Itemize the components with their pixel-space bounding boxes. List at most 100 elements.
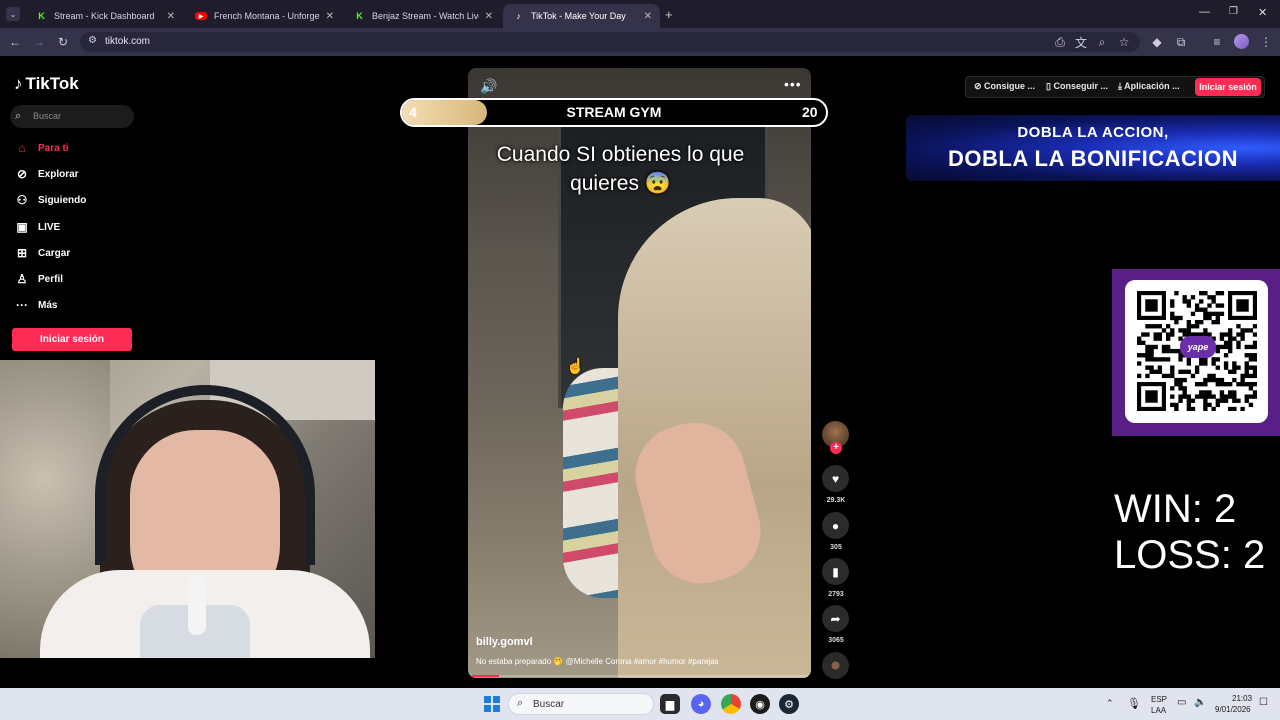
qr-module xyxy=(1153,357,1158,362)
music-disc[interactable] xyxy=(822,652,849,679)
qr-module xyxy=(1207,402,1212,408)
qr-module xyxy=(1153,324,1158,329)
get-app-button[interactable]: ▯ Conseguir ... xyxy=(1046,81,1108,92)
sidebar-item-siguiendo[interactable]: ⚇ Siguiendo xyxy=(14,191,87,209)
menu-kebab-icon[interactable]: ⋮ xyxy=(1258,34,1274,50)
profile-avatar[interactable] xyxy=(1234,34,1249,49)
login-button[interactable]: Iniciar sesión xyxy=(12,328,132,351)
sidebar-item-mas[interactable]: ··· Más xyxy=(14,296,57,314)
volume-tray-icon[interactable]: 🔈 xyxy=(1194,697,1206,708)
comment-button[interactable]: ● xyxy=(822,512,849,539)
close-icon[interactable]: ✕ xyxy=(644,11,652,22)
tab-tiktok[interactable]: ♪ TikTok - Make Your Day ✕ xyxy=(503,4,660,28)
qr-module xyxy=(1219,332,1225,337)
extension-icon[interactable]: ◆ xyxy=(1149,34,1165,50)
media-icon[interactable]: ≡ xyxy=(1209,34,1225,50)
lang-line2[interactable]: LAA xyxy=(1151,706,1166,715)
qr-module xyxy=(1207,377,1212,383)
qr-module xyxy=(1203,382,1208,387)
address-bar[interactable] xyxy=(80,32,1140,52)
like-button[interactable]: ♥ xyxy=(822,465,849,492)
clock-date[interactable]: 9/01/2026 xyxy=(1215,705,1251,714)
close-icon[interactable]: ✕ xyxy=(485,11,493,22)
qr-module xyxy=(1219,303,1225,308)
file-explorer-icon[interactable]: ▆ xyxy=(660,694,680,714)
volume-icon[interactable]: 🔊 xyxy=(480,78,497,95)
qr-module xyxy=(1215,402,1220,408)
forward-icon[interactable]: → xyxy=(31,34,47,50)
new-tab-button[interactable]: + xyxy=(665,7,673,22)
sidebar-item-para-ti[interactable]: ⌂ Para ti xyxy=(14,139,68,157)
qr-module xyxy=(1174,291,1179,296)
qr-module xyxy=(1215,344,1220,350)
site-info-icon[interactable]: ⚙ xyxy=(88,35,97,46)
save-button[interactable]: ▮ xyxy=(822,558,849,585)
qr-module xyxy=(1137,340,1142,345)
qr-module xyxy=(1203,311,1208,317)
header-btn-label: Aplicación ... xyxy=(1124,81,1180,91)
window-close-icon[interactable]: ✕ xyxy=(1258,6,1267,19)
network-icon[interactable]: ▭ xyxy=(1177,697,1186,708)
steam-icon[interactable]: ⚙ xyxy=(779,694,799,714)
qr-module xyxy=(1232,394,1237,399)
back-icon[interactable]: ← xyxy=(7,34,23,50)
search-input[interactable] xyxy=(10,105,134,128)
video-more-icon[interactable]: ••• xyxy=(784,76,802,92)
tab-kick-dashboard[interactable]: K Stream - Kick Dashboard ✕ xyxy=(26,4,183,28)
close-icon[interactable]: ✕ xyxy=(167,11,175,22)
sidebar-item-explorar[interactable]: ⊘ Explorar xyxy=(14,165,79,183)
microphone-icon[interactable]: 🎙 xyxy=(1127,697,1141,710)
discord-icon[interactable]: ◕ xyxy=(691,694,711,714)
tab-youtube[interactable]: ▶ French Montana - Unforgettabl ✕ xyxy=(185,4,342,28)
qr-module xyxy=(1240,373,1245,379)
qr-module xyxy=(1182,328,1187,333)
video-progress-bar[interactable] xyxy=(472,675,808,677)
sidebar-item-cargar[interactable]: ⊞ Cargar xyxy=(14,244,70,262)
header-login-button[interactable]: Iniciar sesión xyxy=(1195,78,1261,96)
qr-module xyxy=(1186,398,1191,403)
lang-line1[interactable]: ESP xyxy=(1151,695,1167,704)
tab-kick-benjaz[interactable]: K Benjaz Stream - Watch Live on ✕ xyxy=(344,4,501,28)
qr-module xyxy=(1248,344,1254,350)
qr-module xyxy=(1194,324,1200,329)
save-count: 2793 xyxy=(828,591,844,598)
url-text[interactable]: tiktok.com xyxy=(105,36,150,47)
restore-icon[interactable]: ❐ xyxy=(1229,6,1238,17)
tiktok-logo[interactable]: ♪ TikTok xyxy=(14,74,79,94)
qr-module xyxy=(1182,295,1187,300)
extensions-puzzle-icon[interactable]: ⧉ xyxy=(1173,34,1189,50)
sidebar-item-live[interactable]: ▣ LIVE xyxy=(14,218,60,236)
video-username[interactable]: billy.gomvl xyxy=(476,636,533,648)
taskbar-search[interactable] xyxy=(508,693,654,715)
bookmark-star-icon[interactable]: ☆ xyxy=(1116,34,1132,50)
qr-module xyxy=(1215,365,1220,370)
notification-icon[interactable]: ☐ xyxy=(1259,697,1268,708)
webcam-feed xyxy=(0,360,375,658)
clock-time[interactable]: 21:03 xyxy=(1232,694,1252,703)
tray-chevron-icon[interactable]: ⌃ xyxy=(1106,698,1114,709)
translate-icon[interactable]: 文 xyxy=(1073,34,1089,50)
reload-icon[interactable]: ↻ xyxy=(55,34,71,50)
qr-module xyxy=(1199,291,1204,296)
tab-list-button[interactable]: ⌄ xyxy=(6,7,20,21)
windows-start-icon[interactable] xyxy=(484,696,500,712)
get-coins-button[interactable]: ⊘ Consigue ... xyxy=(974,81,1035,92)
qr-module xyxy=(1186,361,1191,366)
qr-module xyxy=(1186,406,1191,411)
chrome-icon[interactable] xyxy=(721,694,741,714)
follow-plus-icon[interactable]: + xyxy=(830,442,842,454)
qr-module xyxy=(1219,336,1225,341)
sidebar-item-perfil[interactable]: ♙ Perfil xyxy=(14,270,63,288)
minimize-icon[interactable]: — xyxy=(1199,6,1210,18)
close-icon[interactable]: ✕ xyxy=(326,11,334,22)
qr-module xyxy=(1228,336,1233,341)
obs-icon[interactable]: ◉ xyxy=(750,694,770,714)
share-button[interactable]: ➦ xyxy=(822,605,849,632)
qr-module xyxy=(1203,402,1208,408)
install-app-icon[interactable]: ⎙ xyxy=(1052,34,1068,50)
qr-module xyxy=(1170,332,1175,337)
qr-module xyxy=(1211,406,1216,411)
qr-module xyxy=(1219,291,1225,296)
zoom-icon[interactable]: ⌕ xyxy=(1094,34,1110,50)
desktop-app-button[interactable]: ⤓ Aplicación ... xyxy=(1118,81,1180,92)
